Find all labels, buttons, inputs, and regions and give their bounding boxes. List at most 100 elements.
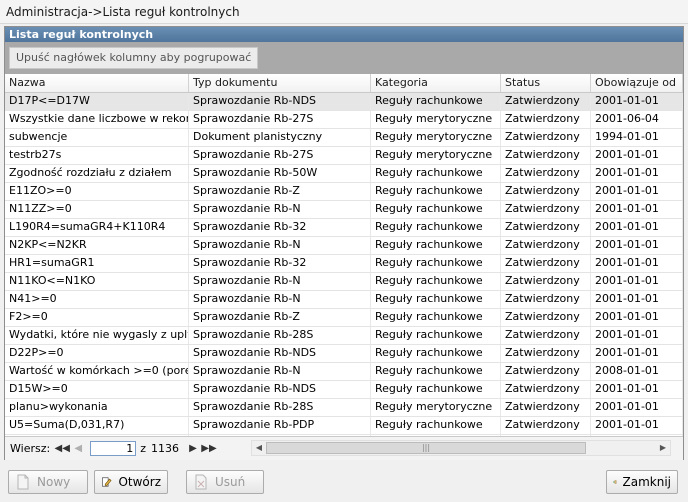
status-cell: Zatwierdzony	[501, 165, 591, 182]
category-cell: Reguły merytoryczne	[371, 399, 501, 416]
table-row[interactable]: U5=Suma(D,031,R7) Sprawozdanie Rb-PDP Regu…	[5, 417, 683, 435]
status-cell: Zatwierdzony	[501, 327, 591, 344]
button-bar: Nowy Otwórz Usuń Zamknij	[0, 464, 688, 502]
status-cell: Zatwierdzony	[501, 237, 591, 254]
name-cell: D17P<=D17W	[5, 93, 189, 110]
valid-from-cell: 2001-01-01	[591, 399, 683, 416]
document-type-cell: Sprawozdanie Rb-Z	[189, 309, 371, 326]
category-cell: Reguły rachunkowe	[371, 93, 501, 110]
name-cell: planu>wykonania	[5, 399, 189, 416]
table-row[interactable]: N41>=0 Sprawozdanie Rb-N Reguły rachunkowe…	[5, 291, 683, 309]
document-type-cell: Sprawozdanie Rb-32	[189, 255, 371, 272]
category-cell: Reguły rachunkowe	[371, 273, 501, 290]
status-cell: Zatwierdzony	[501, 93, 591, 110]
document-type-cell: Sprawozdanie Rb-27S	[189, 147, 371, 164]
name-cell: E11ZO>=0	[5, 183, 189, 200]
pager-label: Wiersz:	[10, 442, 51, 455]
document-type-cell: Sprawozdanie Rb-27S	[189, 111, 371, 128]
group-by-area[interactable]: Upuść nagłówek kolumny aby pogrupować	[5, 42, 683, 74]
new-button[interactable]: Nowy	[8, 470, 88, 494]
document-type-cell: Sprawozdanie Rb-NDS	[189, 93, 371, 110]
last-page-icon[interactable]: ▶▶	[201, 441, 217, 457]
document-type-cell: Sprawozdanie Rb-N	[189, 363, 371, 380]
document-type-cell: Sprawozdanie Rb-NDS	[189, 345, 371, 362]
table-row[interactable]: D17P<=D17W Sprawozdanie Rb-NDS Reguły rach…	[5, 93, 683, 111]
delete-document-icon	[195, 474, 207, 490]
document-type-cell: Sprawozdanie Rb-N	[189, 237, 371, 254]
valid-from-cell: 2008-01-01	[591, 363, 683, 380]
table-row[interactable]: F2>=0 Sprawozdanie Rb-Z Reguły rachunkowe Z…	[5, 309, 683, 327]
grid-header: Nazwa Typ dokumentu Kategoria Status Obo…	[5, 74, 683, 93]
table-row[interactable]: L190R4=sumaGR4+K110R4 Sprawozdanie Rb-32 R…	[5, 219, 683, 237]
table-row[interactable]: N11KO<=N1KO Sprawozdanie Rb-N Reguły rachu…	[5, 273, 683, 291]
delete-button-label: Usuń	[215, 475, 246, 489]
column-header-name[interactable]: Nazwa	[5, 74, 189, 92]
category-cell: Reguły rachunkowe	[371, 363, 501, 380]
table-row[interactable]: Zgodność rozdziału z działem Sprawozdanie…	[5, 165, 683, 183]
valid-from-cell: 2001-06-04	[591, 111, 683, 128]
valid-from-cell: 2001-01-01	[591, 291, 683, 308]
category-cell: Reguły rachunkowe	[371, 291, 501, 308]
prev-page-icon[interactable]: ◀	[70, 441, 86, 457]
scroll-right-icon[interactable]: ▶	[656, 441, 670, 455]
status-cell: Zatwierdzony	[501, 381, 591, 398]
scroll-left-icon[interactable]: ◀	[252, 441, 266, 455]
category-cell: Reguły rachunkowe	[371, 327, 501, 344]
valid-from-cell: 2001-01-01	[591, 219, 683, 236]
table-row[interactable]: D15W>=0 Sprawozdanie Rb-NDS Reguły rachunk…	[5, 381, 683, 399]
horizontal-scrollbar[interactable]: ◀ ||| ▶	[251, 440, 671, 456]
category-cell: Reguły rachunkowe	[371, 345, 501, 362]
valid-from-cell: 2001-01-01	[591, 93, 683, 110]
status-cell: Zatwierdzony	[501, 399, 591, 416]
category-cell: Reguły rachunkowe	[371, 237, 501, 254]
table-row[interactable]: D22P>=0 Sprawozdanie Rb-NDS Reguły rachunk…	[5, 345, 683, 363]
column-header-valid-from[interactable]: Obowiązuje od	[591, 74, 683, 92]
category-cell: Reguły merytoryczne	[371, 147, 501, 164]
status-cell: Zatwierdzony	[501, 345, 591, 362]
status-cell: Zatwierdzony	[501, 255, 591, 272]
table-row[interactable]: planu>wykonania Sprawozdanie Rb-28S Reguły…	[5, 399, 683, 417]
close-button-label: Zamknij	[622, 475, 672, 489]
table-row[interactable]: N2KP<=N2KR Sprawozdanie Rb-N Reguły rachun…	[5, 237, 683, 255]
column-header-document-type[interactable]: Typ dokumentu	[189, 74, 371, 92]
table-row[interactable]: E11ZO>=0 Sprawozdanie Rb-Z Reguły rachunko…	[5, 183, 683, 201]
category-cell: Reguły rachunkowe	[371, 165, 501, 182]
valid-from-cell: 2001-01-01	[591, 237, 683, 254]
name-cell: D15W>=0	[5, 381, 189, 398]
scrollbar-thumb[interactable]: |||	[266, 442, 586, 454]
table-row[interactable]: Wydatki, które nie wygasly z uply... Spra…	[5, 327, 683, 345]
column-header-category[interactable]: Kategoria	[371, 74, 501, 92]
document-type-cell: Sprawozdanie Rb-NDS	[189, 381, 371, 398]
category-cell: Reguły rachunkowe	[371, 417, 501, 434]
table-row[interactable]: testrb27s Sprawozdanie Rb-27S Reguły meryt…	[5, 147, 683, 165]
name-cell: L190R4=sumaGR4+K110R4	[5, 219, 189, 236]
status-cell: Zatwierdzony	[501, 363, 591, 380]
table-row[interactable]: Wartość w komórkach >=0 (porę... Sprawozd…	[5, 363, 683, 381]
table-row[interactable]: subwencje Dokument planistyczny Reguły mer…	[5, 129, 683, 147]
document-type-cell: Sprawozdanie Rb-Z	[189, 183, 371, 200]
exit-door-icon	[613, 480, 617, 484]
document-type-cell: Sprawozdanie Rb-N	[189, 273, 371, 290]
valid-from-cell: 2001-01-01	[591, 183, 683, 200]
name-cell: D22P>=0	[5, 345, 189, 362]
delete-button[interactable]: Usuń	[186, 470, 264, 494]
name-cell: Zgodność rozdziału z działem	[5, 165, 189, 182]
table-row[interactable]: HR1=sumaGR1 Sprawozdanie Rb-32 Reguły rach…	[5, 255, 683, 273]
valid-from-cell: 2001-01-01	[591, 417, 683, 434]
page-number-input[interactable]	[90, 441, 137, 456]
status-cell: Zatwierdzony	[501, 183, 591, 200]
name-cell: HR1=sumaGR1	[5, 255, 189, 272]
first-page-icon[interactable]: ◀◀	[54, 441, 70, 457]
table-row[interactable]: Wszystkie dane liczbowe w rekor... Sprawo…	[5, 111, 683, 129]
document-type-cell: Sprawozdanie Rb-28S	[189, 327, 371, 344]
category-cell: Reguły merytoryczne	[371, 111, 501, 128]
rules-grid[interactable]: Nazwa Typ dokumentu Kategoria Status Obo…	[5, 74, 683, 436]
column-header-status[interactable]: Status	[501, 74, 591, 92]
next-page-icon[interactable]: ▶	[185, 441, 201, 457]
close-button[interactable]: Zamknij	[606, 470, 678, 494]
grid-footer: Wiersz: ◀◀ ◀ z 1136 ▶ ▶▶ ◀ ||| ▶	[5, 436, 683, 460]
name-cell: subwencje	[5, 129, 189, 146]
valid-from-cell: 2001-01-01	[591, 273, 683, 290]
open-button[interactable]: Otwórz	[94, 470, 168, 494]
table-row[interactable]: N11ZZ>=0 Sprawozdanie Rb-N Reguły rachunko…	[5, 201, 683, 219]
